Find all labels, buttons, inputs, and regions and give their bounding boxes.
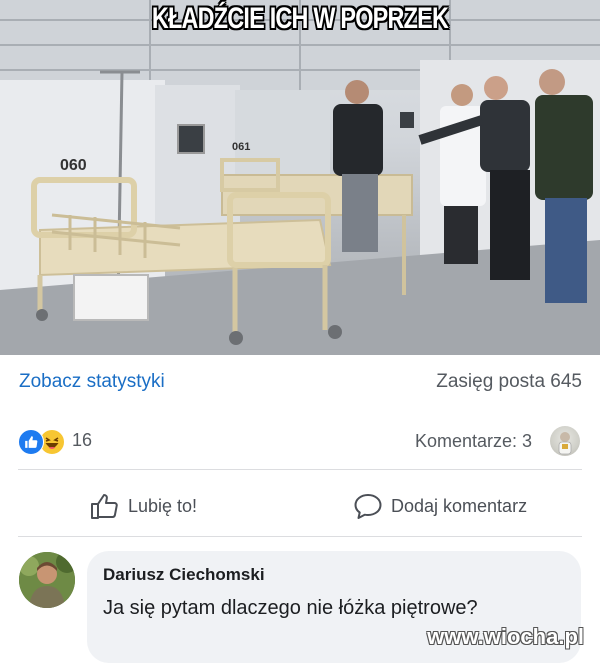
- bed-number-left: 060: [60, 157, 87, 174]
- reaction-count[interactable]: 16: [72, 430, 92, 451]
- post-photo[interactable]: 060 061 KŁADŹCIE ICH W POPRZEK: [0, 0, 600, 355]
- bed-number-right: 061: [232, 141, 250, 153]
- comment-bubble-icon: [353, 492, 383, 520]
- divider-top: [18, 469, 582, 470]
- commenter-name[interactable]: Dariusz Ciechomski: [103, 565, 265, 585]
- post-stats-row: Zobacz statystyki Zasięg posta 645: [0, 355, 600, 413]
- reactions-summary-row: 16 Komentarze: 3: [0, 420, 600, 464]
- see-statistics-link[interactable]: Zobacz statystyki: [19, 371, 165, 393]
- comment-text: Ja się pytam dlaczego nie łóżka piętrowe…: [103, 597, 478, 619]
- like-icon: [18, 429, 44, 455]
- commenter-avatar[interactable]: [19, 552, 75, 608]
- meme-caption: KŁADŹCIE ICH W POPRZEK: [151, 2, 449, 35]
- comment-item: Dariusz Ciechomski Ja się pytam dlaczego…: [0, 548, 600, 668]
- add-comment-label: Dodaj komentarz: [391, 495, 528, 516]
- watermark: www.wiocha.pl: [427, 624, 584, 649]
- reaction-icons[interactable]: [18, 429, 68, 455]
- comments-count[interactable]: Komentarze: 3: [415, 431, 532, 452]
- add-comment-button[interactable]: Dodaj komentarz: [353, 486, 527, 526]
- divider-bottom: [18, 536, 582, 537]
- commenter-mini-avatar[interactable]: [550, 426, 580, 456]
- person-left: [333, 80, 383, 252]
- thumbs-up-icon: [90, 492, 120, 520]
- post-actions: Lubię to! Dodaj komentarz: [0, 478, 600, 534]
- like-button-label: Lubię to!: [128, 495, 198, 516]
- like-button[interactable]: Lubię to!: [90, 486, 197, 526]
- post-reach: Zasięg posta 645: [436, 371, 582, 392]
- hospital-scene-illustration: 060 061: [0, 0, 600, 355]
